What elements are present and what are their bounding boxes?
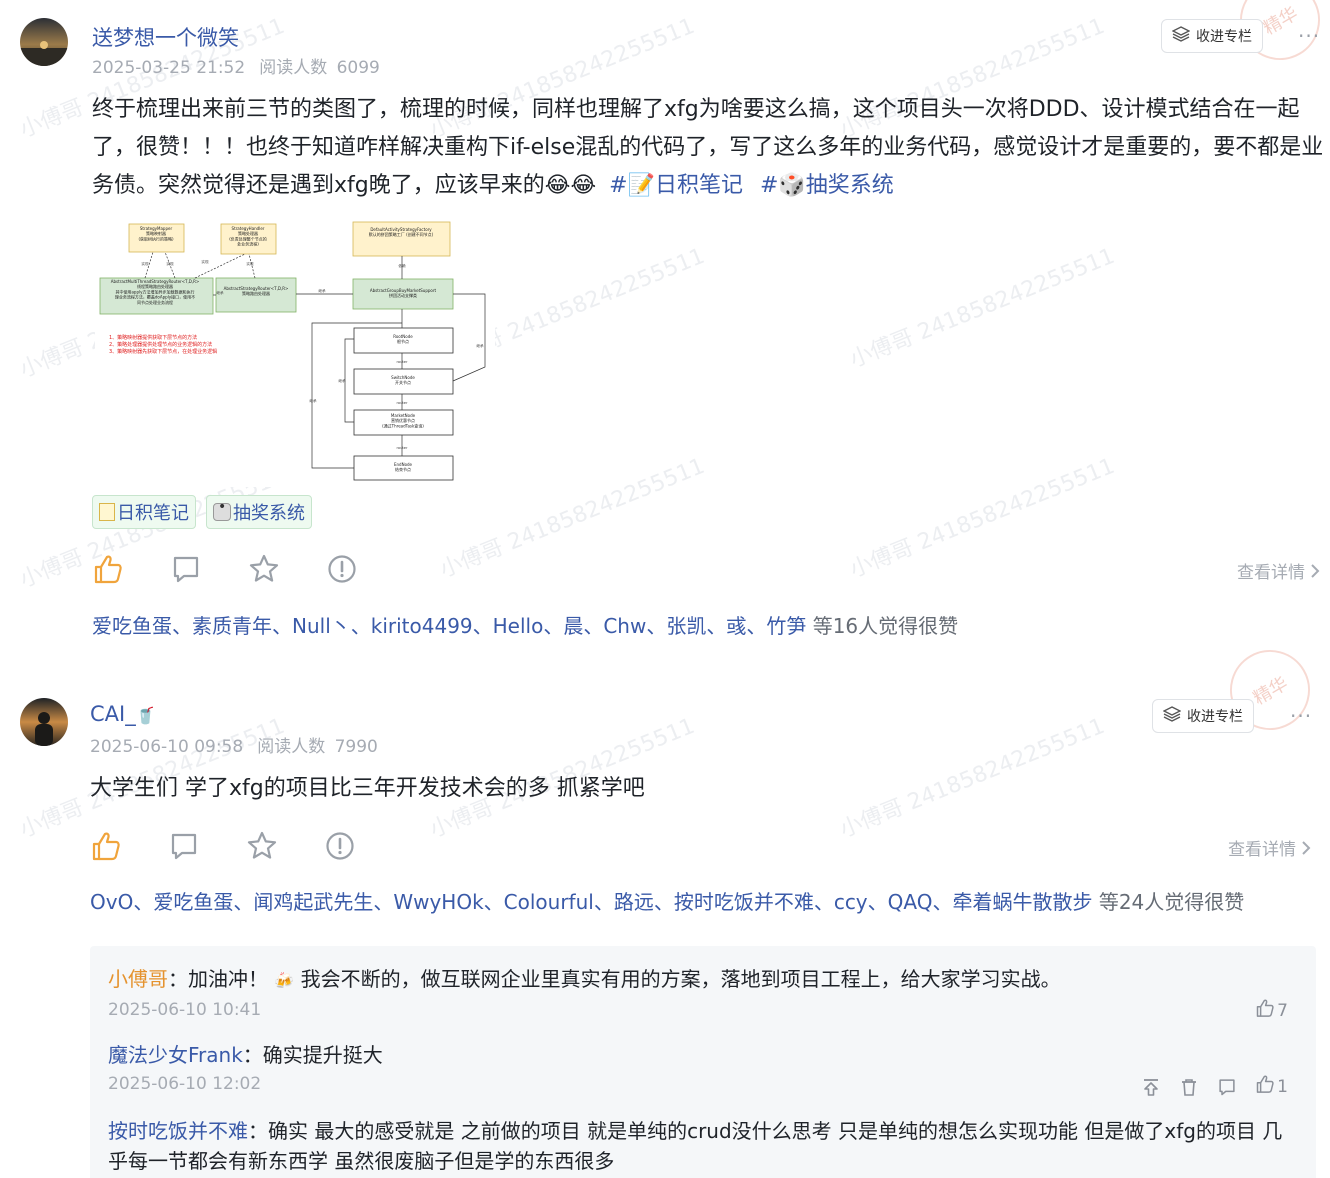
collect-label: 收进专栏 [1187, 709, 1243, 725]
thumbs-up-icon [1255, 1074, 1275, 1099]
reply-colon: ： [168, 967, 188, 991]
reply-comment-icon[interactable] [1217, 1077, 1237, 1097]
comment-icon[interactable] [168, 830, 200, 862]
more-button[interactable]: ··· [1290, 704, 1312, 728]
reply-content: 魔法少女Frank：确实提升挺大 [108, 1040, 1288, 1070]
reply-author[interactable]: 魔法少女Frank [108, 1043, 243, 1067]
post-2: CAI_🥤 2025-06-10 09:58 阅读人数 7990 精华 收进专栏 … [0, 0, 1330, 1178]
read-label: 阅读人数 [257, 737, 326, 757]
chevron-right-icon [1301, 840, 1311, 860]
stack-icon [1162, 706, 1182, 726]
view-detail-label: 查看详情 [1228, 840, 1296, 860]
avatar[interactable] [20, 698, 68, 746]
reply-section: 小傅哥：加油冲！ 🍻 我会不断的，做互联网企业里真实有用的方案，落地到项目工程上… [90, 946, 1316, 1178]
drink-icon: 🥤 [135, 706, 156, 725]
reply-like-count: 7 [1277, 1000, 1288, 1021]
view-detail-link[interactable]: 查看详情 [1228, 835, 1311, 860]
likers-names[interactable]: OvO、爱吃鱼蛋、闻鸡起武先生、WwyHOk、Colourful、路远、按时吃饭… [90, 890, 1092, 914]
action-bar [90, 830, 356, 862]
like-icon[interactable] [90, 830, 122, 862]
pin-top-icon[interactable] [1141, 1077, 1161, 1097]
thumbs-up-icon [1255, 998, 1275, 1023]
reply-content: 小傅哥：加油冲！ 🍻 我会不断的，做互联网企业里真实有用的方案，落地到项目工程上… [108, 964, 1288, 996]
read-count: 7990 [334, 737, 378, 757]
reply-like-count: 1 [1277, 1076, 1288, 1097]
reply-item: 小傅哥：加油冲！ 🍻 我会不断的，做互联网企业里真实有用的方案，落地到项目工程上… [108, 964, 1288, 1023]
reply-content: 按时吃饭并不难：确实 最大的感受就是 之前做的项目 就是单纯的crud没什么思考… [108, 1116, 1288, 1176]
beer-icon: 🍻 [274, 971, 295, 990]
reply-time: 2025-06-10 12:02 [108, 1074, 262, 1094]
reply-text: 加油冲！ [188, 967, 268, 991]
report-icon[interactable] [324, 830, 356, 862]
reply-item: 按时吃饭并不难：确实 最大的感受就是 之前做的项目 就是单纯的crud没什么思考… [108, 1116, 1288, 1176]
reply-text: 确实 最大的感受就是 之前做的项目 就是单纯的crud没什么思考 只是单纯的想怎… [108, 1119, 1283, 1173]
reply-item: 魔法少女Frank：确实提升挺大 2025-06-10 12:02 1 [108, 1040, 1288, 1097]
delete-icon[interactable] [1179, 1077, 1199, 1097]
reply-colon: ： [242, 1043, 263, 1067]
reply-tools: 1 [1141, 1074, 1288, 1099]
author-name-text: CAI_ [90, 702, 136, 726]
reply-like[interactable]: 7 [1255, 998, 1288, 1023]
reply-time: 2025-06-10 10:41 [108, 1000, 262, 1020]
reply-author[interactable]: 小傅哥 [108, 967, 168, 991]
reply-text: 我会不断的，做互联网企业里真实有用的方案，落地到项目工程上，给大家学习实战。 [300, 967, 1061, 991]
post-meta: 2025-06-10 09:58 阅读人数 7990 [90, 732, 378, 757]
post-date: 2025-06-10 09:58 [90, 737, 244, 757]
reply-like[interactable]: 1 [1255, 1074, 1288, 1099]
reply-colon: ： [248, 1119, 268, 1143]
likers-count: 等24人觉得很赞 [1098, 890, 1245, 914]
collect-button[interactable]: 收进专栏 [1152, 699, 1254, 733]
star-icon[interactable] [246, 830, 278, 862]
likers-list[interactable]: OvO、爱吃鱼蛋、闻鸡起武先生、WwyHOk、Colourful、路远、按时吃饭… [90, 886, 1244, 915]
reply-tools: 7 [1255, 998, 1288, 1023]
post-content: 大学生们 学了xfg的项目比三年开发技术会的多 抓紧学吧 [90, 776, 645, 801]
author-name[interactable]: CAI_🥤 [90, 702, 156, 726]
reply-text: 确实提升挺大 [262, 1043, 383, 1067]
reply-author[interactable]: 按时吃饭并不难 [108, 1119, 248, 1143]
